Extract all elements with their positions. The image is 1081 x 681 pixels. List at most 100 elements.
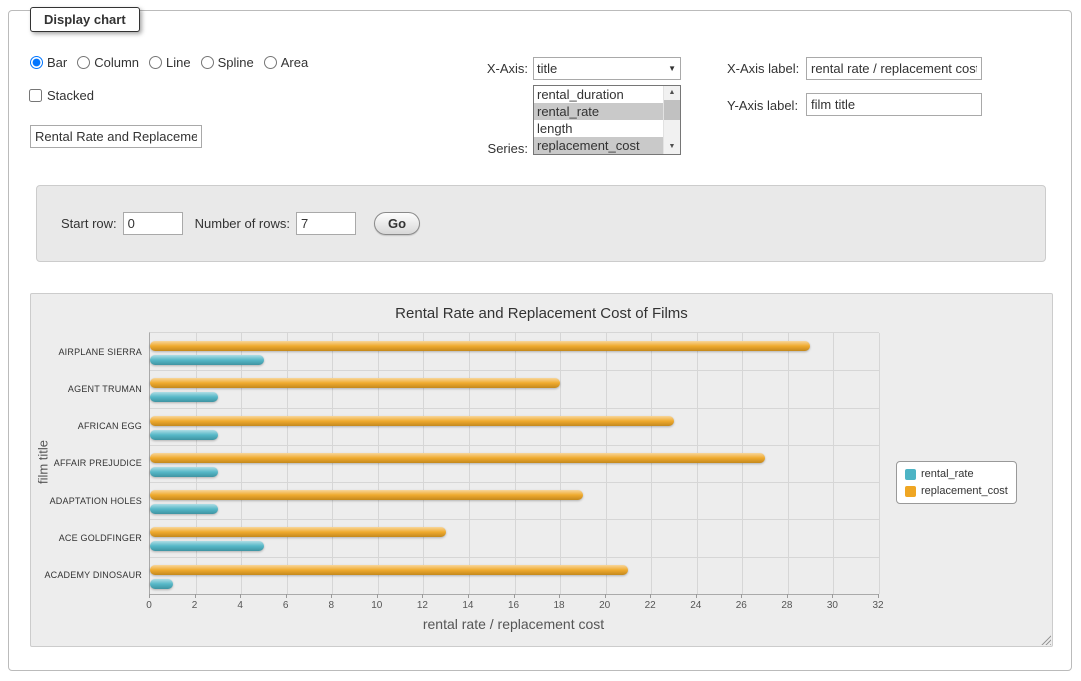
chart-type-option-line[interactable]: Line bbox=[149, 55, 191, 70]
y-axis-title: film title bbox=[36, 440, 51, 484]
category-label: ACADEMY DINOSAUR bbox=[44, 570, 142, 580]
x-axis-label-label: X-Axis label: bbox=[727, 61, 799, 76]
tick-label: 12 bbox=[417, 600, 428, 611]
chart-type-label: Column bbox=[94, 55, 139, 70]
tick-label: 20 bbox=[599, 600, 610, 611]
tick-mark bbox=[195, 594, 196, 598]
category-label: ACE GOLDFINGER bbox=[59, 533, 142, 543]
chart-type-option-column[interactable]: Column bbox=[77, 55, 139, 70]
series-listbox-scrollbar[interactable]: ▲ ▼ bbox=[663, 86, 680, 154]
bar-replacement_cost bbox=[150, 341, 810, 351]
chart-type-label: Line bbox=[166, 55, 191, 70]
chart-type-radio-group: Bar Column Line Spline Area bbox=[30, 55, 318, 74]
tick-label: 32 bbox=[872, 600, 883, 611]
bar-rental_rate bbox=[150, 541, 264, 551]
chart-type-label: Area bbox=[281, 55, 308, 70]
chart-type-radio-line[interactable] bbox=[149, 56, 162, 69]
tick-mark bbox=[149, 594, 150, 598]
chart-category-row: AIRPLANE SIERRA bbox=[150, 333, 879, 370]
legend-label: replacement_cost bbox=[921, 485, 1008, 497]
chart-type-label: Bar bbox=[47, 55, 67, 70]
start-row-label: Start row: bbox=[61, 216, 117, 231]
tick-label: 28 bbox=[781, 600, 792, 611]
tick-label: 26 bbox=[736, 600, 747, 611]
tick-mark bbox=[422, 594, 423, 598]
stacked-label: Stacked bbox=[47, 88, 94, 103]
chart-type-radio-bar[interactable] bbox=[30, 56, 43, 69]
page: Display chart Bar Column Line Spline Area St… bbox=[0, 0, 1081, 681]
chart-category-row: ACADEMY DINOSAUR bbox=[150, 557, 879, 594]
x-axis-ticks: 02468101214161820222426283032 bbox=[149, 594, 878, 612]
tick-mark bbox=[559, 594, 560, 598]
tick-mark bbox=[696, 594, 697, 598]
tick-label: 8 bbox=[328, 600, 334, 611]
scrollbar-thumb[interactable] bbox=[664, 100, 680, 120]
tick-mark bbox=[832, 594, 833, 598]
chart-type-radio-column[interactable] bbox=[77, 56, 90, 69]
category-label: AFRICAN EGG bbox=[78, 421, 142, 431]
go-button[interactable]: Go bbox=[374, 212, 420, 235]
legend-swatch-icon bbox=[905, 486, 916, 497]
x-axis-select-label: X-Axis: bbox=[430, 61, 528, 76]
scroll-up-icon[interactable]: ▲ bbox=[664, 86, 680, 100]
chart-category-row: ADAPTATION HOLES bbox=[150, 482, 879, 519]
tick-label: 2 bbox=[192, 600, 198, 611]
x-axis-select-wrap: title ▼ bbox=[533, 57, 681, 80]
number-of-rows-input[interactable] bbox=[296, 212, 356, 235]
chart-category-row: AFFAIR PREJUDICE bbox=[150, 445, 879, 482]
series-option-rental_rate[interactable]: rental_rate bbox=[534, 103, 663, 120]
x-axis-label-input[interactable] bbox=[806, 57, 982, 80]
tick-label: 0 bbox=[146, 600, 152, 611]
legend-item-replacement_cost[interactable]: replacement_cost bbox=[905, 485, 1008, 497]
series-option-length[interactable]: length bbox=[534, 120, 663, 137]
tick-mark bbox=[331, 594, 332, 598]
tick-mark bbox=[605, 594, 606, 598]
number-of-rows-label: Number of rows: bbox=[195, 216, 290, 231]
legend-item-rental_rate[interactable]: rental_rate bbox=[905, 468, 1008, 480]
tick-label: 22 bbox=[645, 600, 656, 611]
tick-label: 24 bbox=[690, 600, 701, 611]
start-row-input[interactable] bbox=[123, 212, 183, 235]
tick-mark bbox=[741, 594, 742, 598]
y-axis-label-input[interactable] bbox=[806, 93, 982, 116]
chart-type-radio-spline[interactable] bbox=[201, 56, 214, 69]
legend-label: rental_rate bbox=[921, 468, 974, 480]
chart-type-radio-area[interactable] bbox=[264, 56, 277, 69]
scroll-down-icon[interactable]: ▼ bbox=[664, 140, 680, 154]
bar-replacement_cost bbox=[150, 416, 674, 426]
bar-replacement_cost bbox=[150, 378, 560, 388]
panel-title: Display chart bbox=[30, 7, 140, 32]
category-label: AFFAIR PREJUDICE bbox=[54, 458, 142, 468]
series-listbox[interactable]: rental_durationrental_ratelengthreplacem… bbox=[533, 85, 681, 155]
x-axis-select[interactable]: title bbox=[533, 57, 681, 80]
tick-mark bbox=[468, 594, 469, 598]
tick-label: 30 bbox=[827, 600, 838, 611]
bar-rental_rate bbox=[150, 579, 173, 589]
chart-category-row: ACE GOLDFINGER bbox=[150, 519, 879, 556]
chart-type-option-area[interactable]: Area bbox=[264, 55, 308, 70]
legend-swatch-icon bbox=[905, 469, 916, 480]
tick-mark bbox=[650, 594, 651, 598]
category-label: AIRPLANE SIERRA bbox=[58, 347, 142, 357]
stacked-checkbox[interactable] bbox=[29, 89, 42, 102]
tick-mark bbox=[240, 594, 241, 598]
tick-label: 4 bbox=[237, 600, 243, 611]
chart-type-option-spline[interactable]: Spline bbox=[201, 55, 254, 70]
x-gridline bbox=[879, 333, 880, 594]
chart-type-label: Spline bbox=[218, 55, 254, 70]
chart-type-option-bar[interactable]: Bar bbox=[30, 55, 67, 70]
tick-mark bbox=[286, 594, 287, 598]
series-option-replacement_cost[interactable]: replacement_cost bbox=[534, 137, 663, 154]
series-option-rental_duration[interactable]: rental_duration bbox=[534, 86, 663, 103]
series-label: Series: bbox=[430, 141, 528, 156]
tick-label: 6 bbox=[283, 600, 289, 611]
resize-handle-icon[interactable] bbox=[1039, 633, 1051, 645]
stacked-option[interactable]: Stacked bbox=[29, 88, 94, 103]
chart-title-input[interactable] bbox=[30, 125, 202, 148]
tick-label: 18 bbox=[554, 600, 565, 611]
plot-area: AIRPLANE SIERRAAGENT TRUMANAFRICAN EGGAF… bbox=[149, 332, 879, 595]
bar-rental_rate bbox=[150, 430, 218, 440]
category-label: AGENT TRUMAN bbox=[68, 384, 142, 394]
row-controls-row: Start row: Number of rows: Go bbox=[61, 186, 420, 261]
chart-panel: Rental Rate and Replacement Cost of Film… bbox=[30, 293, 1053, 647]
